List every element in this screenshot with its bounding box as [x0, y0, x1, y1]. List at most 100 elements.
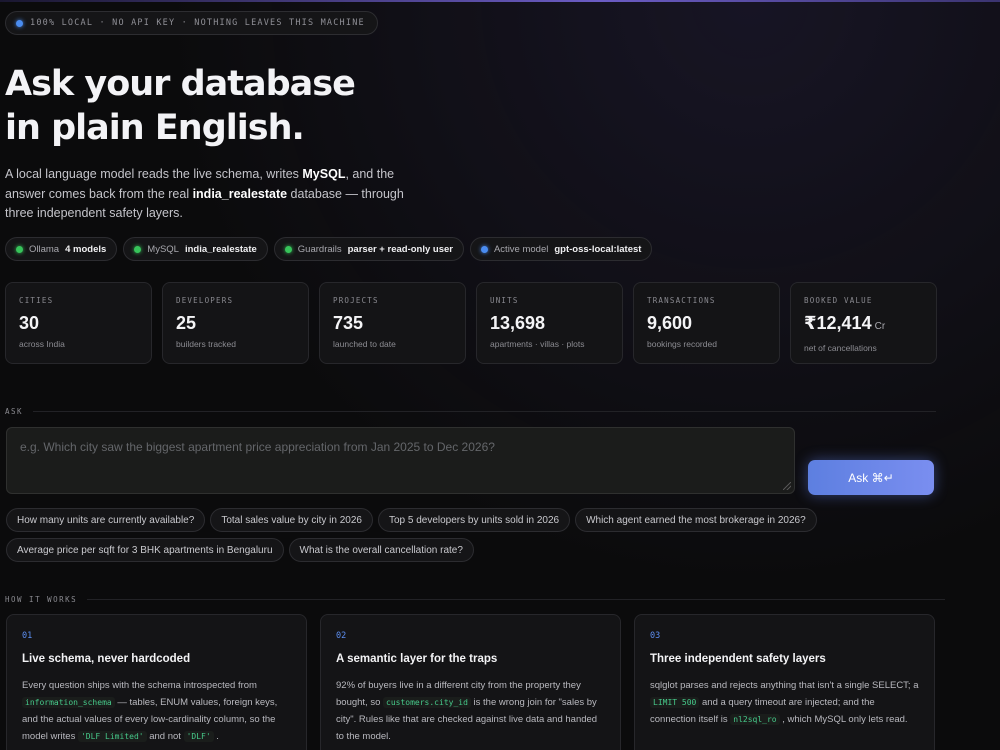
- card-text: Every question ships with the schema int…: [22, 677, 291, 745]
- green-dot-icon: [284, 245, 292, 253]
- suggestion-chip[interactable]: How many units are currently available?: [6, 508, 206, 532]
- stat-value-wrap: 30: [19, 313, 139, 333]
- stat-label: CITIES: [19, 296, 54, 305]
- stat-value-wrap: 9,600: [647, 313, 767, 333]
- how-card-live-schema: 01 Live schema, never hardcoded Every qu…: [6, 614, 307, 750]
- stat-card-developers: DEVELOPERS 25 builders tracked: [162, 282, 309, 364]
- top-accent-line: [0, 0, 1000, 2]
- stat-value: 735: [333, 313, 364, 333]
- stat-label: UNITS: [490, 296, 519, 305]
- card-number: 03: [650, 631, 661, 641]
- status-chip-ollama: Ollama 4 models: [5, 237, 118, 261]
- card-title: Live schema, never hardcoded: [22, 653, 191, 665]
- stat-value: 30: [19, 313, 40, 333]
- how-card-safety-layers: 03 Three independent safety layers sqlgl…: [634, 614, 935, 750]
- card-title: A semantic layer for the traps: [336, 653, 498, 665]
- stat-label: TRANSACTIONS: [647, 296, 716, 305]
- title-line-1: Ask your database: [5, 64, 356, 104]
- card-number: 02: [336, 631, 347, 641]
- card-text-part: .: [213, 731, 219, 742]
- stat-sub: apartments · villas · plots: [490, 339, 585, 349]
- stat-value-wrap: 25: [176, 313, 296, 333]
- stat-card-transactions: TRANSACTIONS 9,600 bookings recorded: [633, 282, 780, 364]
- status-value: india_realestate: [184, 243, 257, 255]
- code-snippet: customers.city_id: [383, 697, 471, 708]
- how-section-label: HOW IT WORKS: [5, 595, 946, 604]
- stat-value-wrap: ₹12,414 Cr: [804, 313, 924, 337]
- card-text-part: and not: [146, 731, 184, 742]
- resize-grip-icon[interactable]: [783, 482, 791, 490]
- stat-card-projects: PROJECTS 735 launched to date: [319, 282, 466, 364]
- divider: [87, 599, 946, 600]
- suggestion-chip[interactable]: Which agent earned the most brokerage in…: [575, 508, 817, 532]
- stat-value-wrap: 735: [333, 313, 453, 333]
- status-value: 4 models: [65, 243, 107, 255]
- code-snippet: LIMIT 500: [650, 697, 700, 708]
- stat-unit: Cr: [874, 321, 886, 332]
- code-snippet: 'DLF Limited': [77, 731, 147, 742]
- status-chip-mysql: MySQL india_realestate: [123, 237, 268, 261]
- how-card-semantic-layer: 02 A semantic layer for the traps 92% of…: [320, 614, 621, 750]
- stat-label: BOOKED VALUE: [804, 296, 873, 305]
- ask-button[interactable]: Ask ⌘↵: [808, 460, 934, 495]
- ask-section-label: ASK: [5, 407, 937, 416]
- stat-value: ₹12,414: [804, 313, 872, 333]
- page-title: Ask your database in plain English.: [5, 62, 605, 150]
- stat-value: 13,698: [490, 313, 546, 333]
- status-chip-guardrails: Guardrails parser + read-only user: [273, 237, 464, 261]
- local-badge: 100% LOCAL · NO API KEY · NOTHING LEAVES…: [5, 11, 378, 35]
- status-dot-icon: [16, 19, 23, 27]
- stat-value: 9,600: [647, 313, 693, 333]
- status-value: parser + read-only user: [347, 243, 453, 255]
- lead-paragraph: A local language model reads the live sc…: [5, 165, 425, 224]
- card-text-part: Every question ships with the schema int…: [22, 680, 257, 691]
- status-chip-active-model[interactable]: Active model gpt-oss-local:latest: [469, 237, 653, 261]
- how-cards: 01 Live schema, never hardcoded Every qu…: [6, 614, 935, 750]
- stat-sub: bookings recorded: [647, 339, 717, 349]
- suggestion-list: How many units are currently available? …: [6, 508, 826, 562]
- code-snippet: nl2sql_ro: [730, 714, 780, 725]
- stat-sub: across India: [19, 339, 65, 349]
- question-placeholder: e.g. Which city saw the biggest apartmen…: [20, 440, 495, 454]
- code-snippet: 'DLF': [183, 731, 214, 742]
- stat-label: PROJECTS: [333, 296, 379, 305]
- status-label: Active model: [493, 243, 549, 255]
- stat-sub: net of cancellations: [804, 343, 877, 353]
- stat-sub: launched to date: [333, 339, 396, 349]
- suggestion-chip[interactable]: Total sales value by city in 2026: [210, 508, 373, 532]
- status-label: Guardrails: [297, 243, 342, 255]
- status-value: gpt-oss-local:latest: [554, 243, 642, 255]
- card-text-part: , which MySQL only lets read.: [779, 714, 908, 725]
- lead-bold-mysql: MySQL: [302, 167, 346, 181]
- status-label: Ollama: [29, 243, 60, 255]
- suggestion-chip[interactable]: What is the overall cancellation rate?: [288, 538, 474, 562]
- stat-value: 25: [176, 313, 197, 333]
- stat-label: DEVELOPERS: [176, 296, 234, 305]
- stat-card-booked-value: BOOKED VALUE ₹12,414 Cr net of cancellati…: [790, 282, 937, 364]
- stat-sub: builders tracked: [176, 339, 237, 349]
- how-label-text: HOW IT WORKS: [5, 595, 78, 604]
- question-textarea[interactable]: e.g. Which city saw the biggest apartmen…: [6, 427, 795, 494]
- ask-label-text: ASK: [5, 407, 24, 416]
- lead-text: A local language model reads the live sc…: [5, 167, 303, 181]
- status-label: MySQL: [147, 243, 179, 255]
- card-title: Three independent safety layers: [650, 653, 826, 665]
- green-dot-icon: [134, 245, 142, 253]
- stat-card-cities: CITIES 30 across India: [5, 282, 152, 364]
- ask-button-label: Ask ⌘↵: [848, 470, 894, 485]
- blue-dot-icon: [480, 245, 488, 253]
- green-dot-icon: [16, 245, 23, 253]
- suggestion-chip[interactable]: Top 5 developers by units sold in 2026: [377, 508, 571, 532]
- card-text: 92% of buyers live in a different city f…: [336, 677, 605, 745]
- card-number: 01: [22, 631, 33, 641]
- stats-row: CITIES 30 across India DEVELOPERS 25 bui…: [5, 282, 937, 364]
- suggestion-chip[interactable]: Average price per sqft for 3 BHK apartme…: [6, 538, 284, 562]
- local-badge-text: 100% LOCAL · NO API KEY · NOTHING LEAVES…: [30, 18, 365, 28]
- divider: [33, 411, 937, 412]
- card-text-part: sqlglot parses and rejects anything that…: [650, 680, 919, 691]
- card-text: sqlglot parses and rejects anything that…: [650, 677, 919, 728]
- stat-value-wrap: 13,698: [490, 313, 610, 333]
- status-row: Ollama 4 models MySQL india_realestate G…: [5, 237, 653, 261]
- title-line-2: in plain English.: [5, 108, 305, 148]
- stat-card-units: UNITS 13,698 apartments · villas · plots: [476, 282, 623, 364]
